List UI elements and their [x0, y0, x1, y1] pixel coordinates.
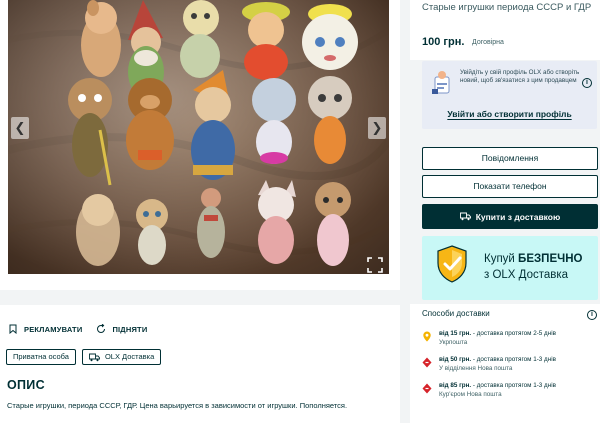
- delivery-carrier: У відділення Нова пошта: [439, 365, 513, 372]
- refresh-icon: [97, 324, 106, 333]
- delivery-price: від 50 грн.: [439, 356, 472, 363]
- delivery-price: від 15 грн.: [439, 330, 472, 337]
- ad-actions: РЕКЛАМУВАТИ ПІДНЯТИ: [8, 324, 147, 334]
- nova-poshta-icon: [422, 383, 432, 394]
- shield-check-icon: [437, 245, 467, 283]
- toy-15: [315, 182, 351, 266]
- private-seller-chip: Приватна особа: [6, 349, 76, 365]
- raise-button[interactable]: ПІДНЯТИ: [96, 324, 147, 334]
- nova-poshta-icon: [422, 357, 432, 368]
- delivery-price: від 85 грн.: [439, 382, 472, 389]
- ad-title: Старые игрушки периода СССР и ГДР: [422, 2, 592, 13]
- private-seller-label: Приватна особа: [13, 352, 69, 361]
- gallery-prev-button[interactable]: ❮: [11, 117, 29, 139]
- toys-photo-illustration: [8, 0, 389, 274]
- delivery-option-np-branch: від 50 грн. - доставка протягом 1-3 днів…: [422, 356, 597, 378]
- buy-button-label: Купити з доставкою: [475, 211, 561, 222]
- gallery-next-button[interactable]: ❯: [368, 117, 386, 139]
- ad-price: 100 грн.: [422, 36, 465, 48]
- safe-bold: БЕЗПЕЧНО: [518, 253, 583, 265]
- delivery-carrier: Укрпошта: [439, 339, 468, 346]
- safe-purchase-line2: з OLX Доставка: [484, 269, 569, 281]
- delivery-option-np-courier: від 85 грн. - доставка протягом 1-3 днів…: [422, 382, 597, 404]
- delivery-desc: - доставка протягом 1-3 днів: [471, 356, 556, 363]
- delivery-desc: - доставка протягом 2-5 днів: [471, 330, 556, 337]
- delivery-option-line: від 50 грн. - доставка протягом 1-3 днів: [439, 356, 556, 363]
- login-prompt-text: Увійдіть у свій профіль OLX або створіть…: [460, 69, 580, 84]
- toy-7: [126, 78, 174, 170]
- safe-prefix: Купуй: [484, 253, 519, 265]
- negotiable-label: Договірна: [472, 39, 504, 46]
- olx-delivery-label: OLX Доставка: [104, 352, 155, 361]
- safe-purchase-banner[interactable]: Купуй БЕЗПЕЧНО з OLX Доставка: [422, 236, 598, 300]
- login-link[interactable]: Увійти або створити профіль: [422, 109, 597, 119]
- raise-label: ПІДНЯТИ: [112, 324, 148, 334]
- map-pin-icon: [423, 331, 431, 342]
- delivery-title: Способи доставки: [422, 309, 490, 318]
- olx-delivery-chip: OLX Доставка: [81, 349, 162, 365]
- delivery-carrier: Кур'єром Нова пошта: [439, 391, 502, 398]
- photo-gallery: ❮ ❯: [0, 0, 400, 290]
- safe-purchase-line1: Купуй БЕЗПЕЧНО: [484, 253, 582, 265]
- chevron-left-icon: ❮: [14, 120, 26, 135]
- message-button[interactable]: Повідомлення: [422, 147, 598, 170]
- toy-13: [197, 188, 225, 258]
- delivery-option-line: від 15 грн. - доставка протягом 2-5 днів: [439, 330, 556, 337]
- info-icon[interactable]: i: [582, 78, 592, 88]
- show-phone-button[interactable]: Показати телефон: [422, 175, 598, 198]
- buy-with-delivery-button[interactable]: Купити з доставкою: [422, 204, 598, 229]
- truck-icon: [459, 212, 471, 221]
- truck-icon: [89, 353, 100, 361]
- delivery-option-ukrposhta: від 15 грн. - доставка протягом 2-5 днів…: [422, 330, 597, 352]
- toy-5: [302, 4, 358, 70]
- bookmark-icon: [9, 324, 17, 334]
- right-panel: Старые игрушки периода СССР и ГДР 100 гр…: [410, 0, 600, 423]
- ad-summary: Старые игрушки периода СССР и ГДР 100 гр…: [410, 0, 600, 60]
- ad-details-card: РЕКЛАМУВАТИ ПІДНЯТИ Приватна особа OLX Д…: [0, 305, 400, 423]
- description-text: Старые игрушки, периода СССР, ГДР. Цена …: [7, 401, 348, 410]
- delivery-option-line: від 85 грн. - доставка протягом 1-3 днів: [439, 382, 556, 389]
- chevron-right-icon: ❯: [371, 120, 383, 135]
- toy-1: [81, 0, 121, 77]
- seller-chips: Приватна особа OLX Доставка: [6, 349, 162, 365]
- profile-illustration-icon: [432, 71, 450, 94]
- delivery-methods: Способи доставки i від 15 грн. - доставк…: [410, 304, 600, 423]
- promote-label: РЕКЛАМУВАТИ: [24, 324, 83, 334]
- expand-icon[interactable]: [367, 257, 383, 273]
- delivery-desc: - доставка протягом 1-3 днів: [471, 382, 556, 389]
- promote-button[interactable]: РЕКЛАМУВАТИ: [8, 324, 82, 334]
- ad-photo[interactable]: [8, 0, 389, 274]
- description-heading: ОПИС: [7, 378, 45, 392]
- info-icon[interactable]: i: [587, 310, 597, 320]
- login-prompt-box: Увійдіть у свій профіль OLX або створіть…: [422, 61, 597, 129]
